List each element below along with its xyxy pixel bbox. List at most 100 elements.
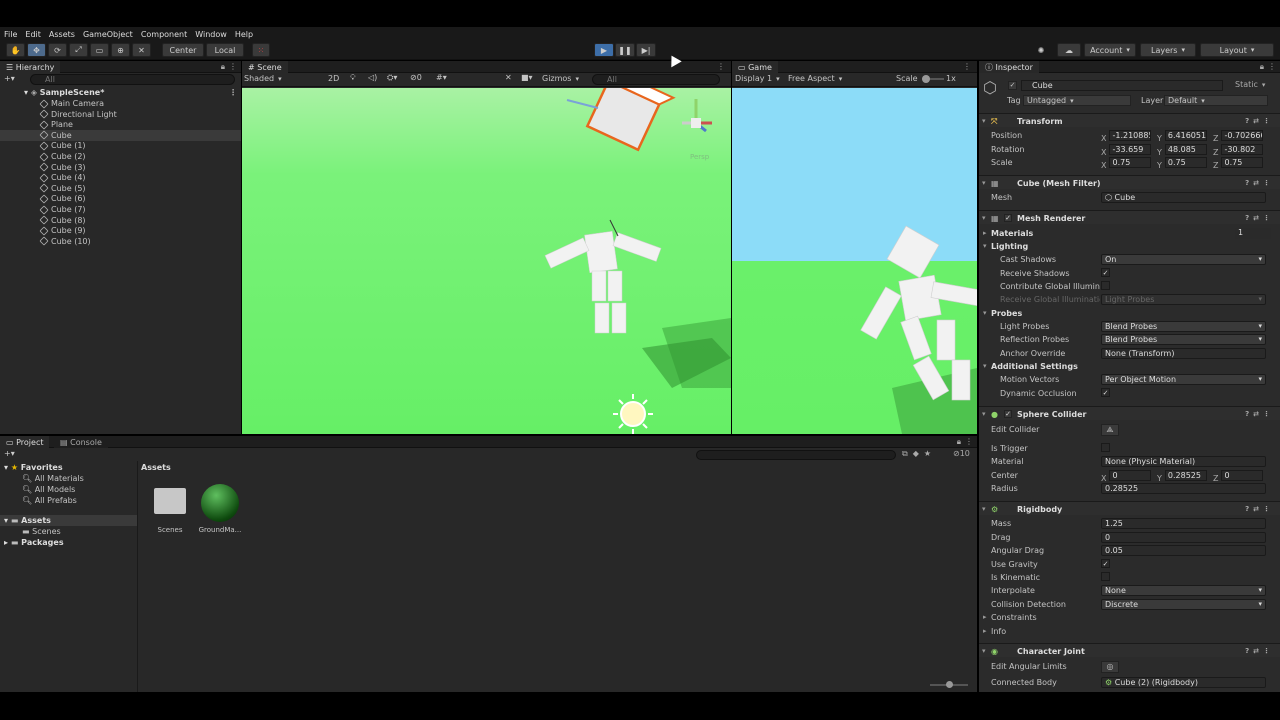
- position-x[interactable]: X -1.210885: [1101, 130, 1152, 143]
- display-dropdown[interactable]: Display 1: [735, 74, 780, 83]
- icon-size-slider[interactable]: [930, 681, 968, 688]
- menu-gameobject[interactable]: GameObject: [79, 30, 137, 39]
- pivot-local-button[interactable]: Local: [206, 43, 244, 57]
- hierarchy-item[interactable]: Cube (7): [0, 204, 241, 215]
- reflection-probes-dropdown[interactable]: Blend Probes: [1101, 334, 1266, 345]
- layout-dropdown[interactable]: Layout: [1200, 43, 1274, 57]
- hierarchy-item[interactable]: Cube (6): [0, 193, 241, 204]
- hierarchy-item[interactable]: Cube (5): [0, 183, 241, 194]
- project-menu-icon[interactable]: ⋮: [965, 437, 973, 446]
- lock-icon[interactable]: 🔒︎: [221, 62, 225, 72]
- aspect-dropdown[interactable]: Free Aspect: [788, 74, 888, 83]
- persp-label[interactable]: Persp: [690, 153, 709, 161]
- favorites-row[interactable]: ▾ ★ Favorites: [0, 462, 137, 473]
- scene-viewport[interactable]: Persp: [242, 88, 731, 434]
- rect-tool-icon[interactable]: ▭: [90, 43, 109, 57]
- shading-mode-dropdown[interactable]: Shaded: [244, 74, 322, 85]
- pivot-center-button[interactable]: Center: [162, 43, 204, 57]
- groundmaterial-asset[interactable]: GroundMa...: [198, 484, 242, 534]
- scale-x[interactable]: X 0.75: [1101, 157, 1152, 170]
- scenes-asset[interactable]: Scenes: [148, 484, 192, 534]
- console-tab[interactable]: ▤ Console: [54, 436, 108, 448]
- connected-body-field[interactable]: ⚙ Cube (2) (Rigidbody): [1101, 677, 1266, 688]
- grid-dropdown-icon[interactable]: #▾: [436, 73, 447, 82]
- play-button[interactable]: ▶: [594, 43, 614, 57]
- collider-material-field[interactable]: None (Physic Material): [1101, 456, 1266, 467]
- step-button[interactable]: ▶|: [636, 43, 656, 57]
- component-tools-icon[interactable]: ?⇄⋮: [1245, 214, 1274, 222]
- fav-all-models[interactable]: 🔍︎ All Models: [0, 484, 137, 495]
- assets-folder-row[interactable]: ▾ ▬ Assets: [0, 515, 137, 526]
- game-tab[interactable]: ▭ Game: [732, 61, 778, 73]
- lighting-toggle-icon[interactable]: 💡︎: [350, 73, 356, 83]
- camera-dropdown-icon[interactable]: ■▾: [521, 73, 533, 82]
- menu-assets[interactable]: Assets: [45, 30, 79, 39]
- inspector-lock-icon[interactable]: 🔒︎: [1260, 62, 1264, 72]
- constraints-foldout[interactable]: ▸ Constraints: [979, 611, 1280, 624]
- transform-header[interactable]: ▾ ⤧ Transform ?⇄⋮: [979, 113, 1280, 127]
- scale-y[interactable]: Y 0.75: [1157, 157, 1207, 170]
- project-filter-icons[interactable]: ⧉◆★: [902, 449, 936, 459]
- menu-file[interactable]: File: [0, 30, 21, 39]
- dynamic-occlusion-checkbox[interactable]: ✓: [1101, 388, 1110, 397]
- drag-field[interactable]: 0: [1101, 532, 1266, 543]
- center-z[interactable]: Z0: [1213, 470, 1264, 483]
- scene-root-row[interactable]: ▾ ◈ SampleScene* ⋮: [0, 87, 241, 98]
- info-foldout[interactable]: ▸ Info: [979, 625, 1280, 638]
- hierarchy-tab[interactable]: ☰ Hierarchy: [0, 61, 61, 73]
- transform-tool-icon[interactable]: ⊕: [111, 43, 130, 57]
- add-object-button[interactable]: +▾: [4, 74, 24, 85]
- component-tools-icon[interactable]: ?⇄⋮: [1245, 117, 1274, 125]
- hierarchy-item[interactable]: Cube (9): [0, 225, 241, 236]
- hierarchy-item[interactable]: Cube (3): [0, 162, 241, 173]
- rotation-y[interactable]: Y 48.085: [1157, 144, 1207, 157]
- characterjoint-header[interactable]: ▾ ◉ Character Joint ?⇄⋮: [979, 643, 1280, 657]
- interpolate-dropdown[interactable]: None: [1101, 585, 1266, 596]
- scale-tool-icon[interactable]: ⤢: [69, 43, 88, 57]
- rigidbody-header[interactable]: ▾ ⚙ Rigidbody ?⇄⋮: [979, 501, 1280, 515]
- receive-shadows-checkbox[interactable]: ✓: [1101, 268, 1110, 277]
- center-x[interactable]: X0: [1101, 470, 1152, 483]
- light-probes-dropdown[interactable]: Blend Probes: [1101, 321, 1266, 332]
- rotation-z[interactable]: Z -30.802: [1213, 144, 1264, 157]
- scene-menu-icon[interactable]: ⋮: [229, 88, 237, 97]
- tag-dropdown[interactable]: Untagged: [1023, 95, 1131, 106]
- menu-window[interactable]: Window: [191, 30, 231, 39]
- meshrenderer-enabled-checkbox[interactable]: ✓: [1004, 214, 1012, 222]
- cloud-icon[interactable]: ☁: [1057, 43, 1081, 57]
- scenes-folder-row[interactable]: ▬ Scenes: [0, 526, 137, 537]
- fav-all-prefabs[interactable]: 🔍︎ All Prefabs: [0, 495, 137, 506]
- hidden-objects-icon[interactable]: ⊘0: [410, 73, 422, 82]
- inspector-menu-icon[interactable]: ⋮: [1268, 62, 1276, 71]
- component-tools-icon[interactable]: ?⇄⋮: [1245, 410, 1274, 418]
- inspector-tab[interactable]: ⓘ Inspector: [979, 61, 1039, 73]
- position-z[interactable]: Z-0.7026668: [1213, 130, 1264, 143]
- project-tab[interactable]: ▭ Project: [0, 436, 50, 448]
- additional-settings-foldout[interactable]: ▾ Additional Settings: [979, 360, 1280, 373]
- motion-vectors-dropdown[interactable]: Per Object Motion: [1101, 374, 1266, 385]
- project-lock-icon[interactable]: 🔒︎: [957, 437, 961, 447]
- move-tool-icon[interactable]: ✥: [27, 43, 46, 57]
- scale-z[interactable]: Z 0.75: [1213, 157, 1264, 170]
- hierarchy-item[interactable]: Plane: [0, 119, 241, 130]
- materials-foldout[interactable]: ▸ Materials 1: [979, 227, 1280, 240]
- use-gravity-checkbox[interactable]: ✓: [1101, 559, 1110, 568]
- hand-tool-icon[interactable]: ✋: [6, 43, 25, 57]
- custom-tool-icon[interactable]: ✕: [132, 43, 151, 57]
- position-y[interactable]: Y 6.416051: [1157, 130, 1207, 143]
- tools-icon[interactable]: ✕: [505, 73, 512, 82]
- layers-dropdown[interactable]: Layers: [1140, 43, 1196, 57]
- gizmos-dropdown[interactable]: Gizmos: [542, 74, 579, 83]
- spherecollider-enabled-checkbox[interactable]: ✓: [1004, 410, 1012, 418]
- scene-menu-icon[interactable]: ⋮: [717, 62, 725, 71]
- static-dropdown[interactable]: Static: [1235, 80, 1265, 89]
- rotation-x[interactable]: X -33.659: [1101, 144, 1152, 157]
- mesh-field[interactable]: ⬡ Cube: [1101, 192, 1266, 203]
- packages-folder-row[interactable]: ▸ ▬ Packages: [0, 537, 137, 548]
- scale-slider[interactable]: [922, 75, 944, 83]
- panel-menu-icon[interactable]: ⋮: [229, 62, 237, 71]
- meshrenderer-header[interactable]: ▾ ▦ ✓ Mesh Renderer ?⇄⋮: [979, 210, 1280, 224]
- edit-collider-button[interactable]: ⟁: [1101, 424, 1119, 436]
- spherecollider-header[interactable]: ▾ ● ✓ Sphere Collider ?⇄⋮: [979, 406, 1280, 420]
- rotate-tool-icon[interactable]: ⟳: [48, 43, 67, 57]
